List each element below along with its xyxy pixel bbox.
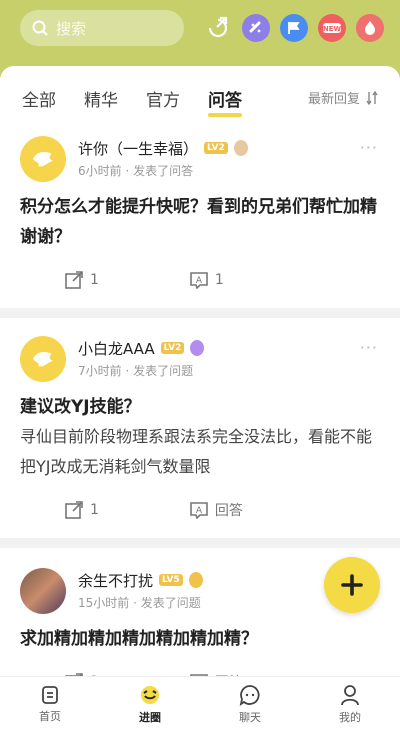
- home-icon: [42, 685, 58, 704]
- answer-button[interactable]: A 回答: [189, 500, 243, 520]
- author-name[interactable]: 许你（一生幸福）: [78, 138, 198, 159]
- nav-label: 我的: [339, 710, 361, 724]
- sort-label: 最新回复: [307, 92, 360, 107]
- share-icon[interactable]: [204, 14, 232, 42]
- medal-icon: [188, 572, 203, 588]
- nav-circle[interactable]: 进圈: [100, 677, 200, 731]
- level-badge: LV2: [160, 342, 185, 354]
- hot-icon[interactable]: [356, 14, 384, 42]
- search-input[interactable]: 搜索: [20, 10, 184, 46]
- more-options-icon[interactable]: ···: [360, 138, 378, 157]
- avatar[interactable]: [20, 336, 66, 382]
- bottom-nav: 首页 进圈 聊天 我的: [0, 676, 400, 731]
- post-action: 发表了问答: [133, 164, 194, 178]
- search-icon: [32, 20, 48, 36]
- post-action: 发表了问题: [140, 596, 201, 610]
- sort-icon: [366, 90, 378, 105]
- tab-bar: 全部 精华 官方 问答 最新回复: [0, 66, 400, 130]
- dragon-avatar-icon: [33, 351, 53, 367]
- level-badge: LV2: [204, 142, 228, 154]
- post-time: 6小时前: [78, 164, 122, 178]
- svg-text:A: A: [196, 506, 203, 516]
- nav-label: 进圈: [139, 710, 161, 724]
- plus-icon: [341, 574, 363, 596]
- search-placeholder: 搜索: [56, 19, 87, 38]
- profile-icon: [341, 684, 359, 705]
- post-time: 7小时前: [78, 364, 122, 378]
- share-count: 1: [90, 272, 99, 288]
- nav-chat[interactable]: 聊天: [200, 677, 300, 731]
- answer-button[interactable]: A 1: [189, 271, 224, 289]
- post-title[interactable]: 建议改YJ技能？: [20, 392, 380, 422]
- more-options-icon[interactable]: ···: [360, 338, 378, 357]
- share-icon: [65, 501, 83, 519]
- post-action: 发表了问题: [133, 364, 194, 378]
- post-title[interactable]: 积分怎么才能提升快呢？看到的兄弟们帮忙加精谢谢？: [20, 192, 380, 252]
- dragon-avatar-icon: [33, 151, 53, 167]
- share-button[interactable]: 1: [64, 270, 99, 290]
- svg-text:A: A: [196, 276, 203, 286]
- post-content[interactable]: 寻仙目前阶段物理系跟法系完全没法比，看能不能把YJ改成无消耗剑气数量限: [20, 422, 380, 482]
- post-meta: 7小时前 · 发表了问题: [78, 364, 194, 378]
- circle-icon: [141, 685, 159, 704]
- post-title[interactable]: 求加精加精加精加精加精加精？: [20, 624, 380, 654]
- nav-profile[interactable]: 我的: [300, 677, 400, 731]
- new-badge-icon[interactable]: NEW: [318, 14, 346, 42]
- tab-qa[interactable]: 问答: [208, 86, 242, 117]
- share-button[interactable]: 1: [64, 500, 99, 520]
- nav-home[interactable]: 首页: [0, 677, 100, 731]
- sort-button[interactable]: 最新回复: [308, 88, 378, 107]
- post-meta: 6小时前 · 发表了问答: [78, 164, 194, 178]
- answer-label: 1: [214, 272, 224, 288]
- share-count: 1: [90, 502, 99, 518]
- divider: [0, 308, 400, 318]
- answer-icon: A: [190, 272, 208, 289]
- divider: [0, 538, 400, 548]
- medal-icon: [233, 140, 248, 156]
- avatar[interactable]: [20, 568, 66, 614]
- answer-label: 回答: [214, 503, 243, 519]
- nav-label: 首页: [39, 709, 61, 723]
- create-post-button[interactable]: [324, 557, 380, 613]
- author-name[interactable]: 余生不打扰: [78, 570, 153, 591]
- share-icon: [65, 271, 83, 289]
- tab-all[interactable]: 全部: [22, 86, 56, 111]
- medal-icon: [190, 340, 205, 356]
- chat-icon: [239, 684, 260, 706]
- post-card[interactable]: 小白龙AAA LV2 7小时前 · 发表了问题 ··· 建议改YJ技能？ 寻仙目…: [0, 318, 400, 538]
- post-card[interactable]: 许你（一生幸福） LV2 6小时前 · 发表了问答 ··· 积分怎么才能提升快呢…: [0, 130, 400, 308]
- tab-official[interactable]: 官方: [146, 86, 180, 111]
- author-name[interactable]: 小白龙AAA: [78, 338, 155, 359]
- flag-icon[interactable]: [280, 14, 308, 42]
- nav-label: 聊天: [239, 710, 261, 724]
- post-time: 15小时前: [78, 596, 130, 610]
- game-icon[interactable]: [242, 14, 270, 42]
- level-badge: LV5: [159, 574, 183, 586]
- avatar[interactable]: [20, 136, 66, 182]
- tab-featured[interactable]: 精华: [84, 86, 118, 111]
- svg-text:NEW: NEW: [323, 25, 341, 33]
- answer-icon: A: [190, 502, 208, 519]
